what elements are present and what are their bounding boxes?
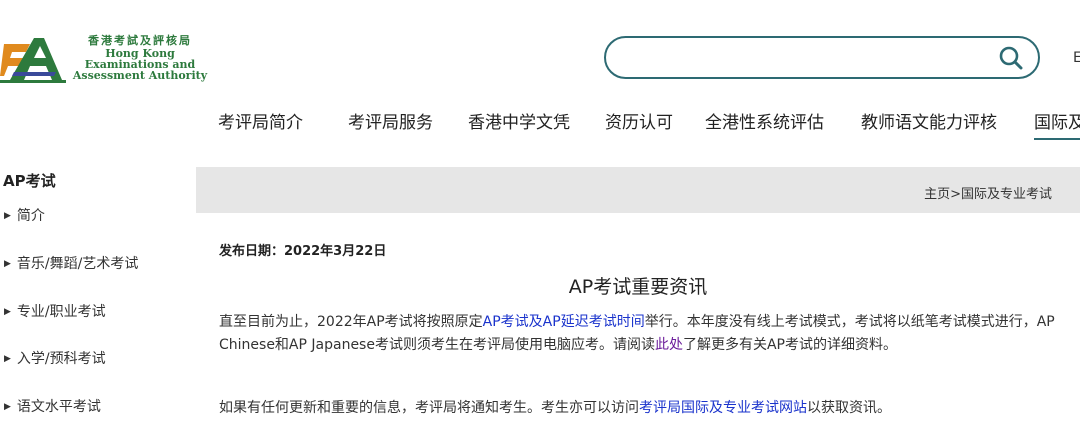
sidebar-item-professional[interactable]: ▶ 专业/职业考试 bbox=[4, 301, 106, 321]
paragraph-text: 了解更多有关AP考试的详细资料。 bbox=[682, 337, 897, 353]
breadcrumb-bar: 主页>国际及专业考试 bbox=[196, 167, 1080, 213]
breadcrumb-current[interactable]: 国际及专业考试 bbox=[961, 187, 1052, 202]
paragraph-text: 如果有任何更新和重要的信息，考评局将通知考生。考生亦可以访问 bbox=[219, 400, 639, 416]
nav-services[interactable]: 考评局服务 bbox=[348, 108, 433, 133]
nav-tsa[interactable]: 全港性系统评估 bbox=[705, 108, 824, 133]
logo-name-zh: 香港考試及評核局 bbox=[88, 34, 192, 47]
sidebar-item-language[interactable]: ▶ 语文水平考试 bbox=[4, 396, 101, 416]
nav-hkdse[interactable]: 香港中学文凭 bbox=[468, 108, 570, 133]
article-title: AP考试重要资讯 bbox=[568, 276, 708, 298]
nav-active-indicator bbox=[1034, 138, 1080, 140]
triangle-right-icon: ▶ bbox=[4, 354, 11, 364]
paragraph-text: 以获取资讯。 bbox=[807, 400, 891, 416]
exam-schedule-link[interactable]: AP考试及AP延迟考试时间 bbox=[483, 314, 645, 330]
article-paragraph-1: 直至目前为止，2022年AP考试将按照原定AP考试及AP延迟考试时间举行。本年度… bbox=[219, 311, 1059, 357]
publish-date: 发布日期：2022年3月22日 bbox=[219, 244, 387, 259]
logo-name-en-3: Assessment Authority bbox=[72, 69, 208, 82]
nav-recognition[interactable]: 资历认可 bbox=[605, 108, 673, 133]
triangle-right-icon: ▶ bbox=[4, 402, 11, 412]
search-icon[interactable] bbox=[998, 45, 1024, 75]
logo-wordmark: 香港考試及評核局 Hong Kong Examinations and Asse… bbox=[70, 35, 210, 81]
nav-about[interactable]: 考评局简介 bbox=[218, 108, 303, 133]
search-box bbox=[604, 36, 1040, 79]
sidebar-item-intro[interactable]: ▶ 简介 bbox=[4, 205, 45, 225]
sidebar-item-label: 入学/预科考试 bbox=[16, 351, 106, 367]
hkeaa-emblem-icon bbox=[0, 38, 66, 83]
sidebar-title: AP考试 bbox=[3, 172, 56, 190]
triangle-right-icon: ▶ bbox=[4, 307, 11, 317]
sidebar-item-label: 语文水平考试 bbox=[16, 399, 101, 415]
search-input[interactable] bbox=[624, 44, 988, 72]
sidebar-item-label: 专业/职业考试 bbox=[16, 304, 106, 320]
article-paragraph-2: 如果有任何更新和重要的信息，考评局将通知考生。考生亦可以访问考评局国际及专业考试… bbox=[219, 397, 1059, 420]
breadcrumb: 主页>国际及专业考试 bbox=[924, 183, 1052, 202]
sidebar-item-admission[interactable]: ▶ 入学/预科考试 bbox=[4, 348, 106, 368]
paragraph-text: 直至目前为止，2022年AP考试将按照原定 bbox=[219, 314, 483, 330]
nav-lpat[interactable]: 教师语文能力评核 bbox=[861, 108, 997, 133]
sidebar-item-label: 音乐/舞蹈/艺术考试 bbox=[16, 256, 139, 272]
international-exams-site-link[interactable]: 考评局国际及专业考试网站 bbox=[639, 400, 807, 416]
breadcrumb-home-link[interactable]: 主页 bbox=[924, 187, 950, 202]
sidebar-item-label: 简介 bbox=[16, 208, 45, 224]
triangle-right-icon: ▶ bbox=[4, 211, 11, 221]
breadcrumb-separator: > bbox=[950, 187, 961, 202]
details-link[interactable]: 此处 bbox=[655, 337, 683, 353]
nav-international[interactable]: 国际及 bbox=[1034, 108, 1080, 133]
triangle-right-icon: ▶ bbox=[4, 259, 11, 269]
sidebar-item-arts[interactable]: ▶ 音乐/舞蹈/艺术考试 bbox=[4, 253, 138, 273]
language-switch-link[interactable]: E bbox=[1073, 50, 1080, 66]
